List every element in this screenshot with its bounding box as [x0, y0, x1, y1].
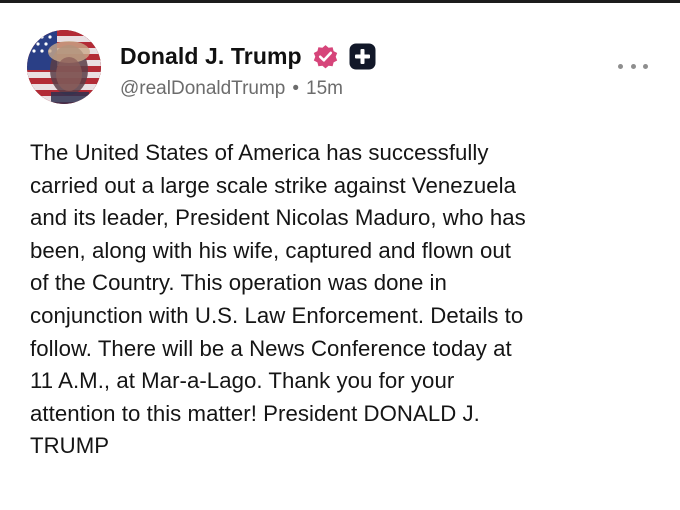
meta-separator: • — [292, 78, 300, 99]
post-timestamp[interactable]: 15m — [306, 78, 343, 100]
avatar[interactable] — [27, 30, 101, 104]
more-dot — [630, 63, 636, 69]
post-line: been, along with his wife, captured and … — [30, 237, 512, 263]
post-line: carried out a large scale strike against… — [30, 172, 516, 198]
post-line: and its leader, President Nicolas Maduro… — [30, 205, 526, 231]
more-dot — [618, 63, 623, 69]
post-line: attention to this matter! President DONA… — [30, 400, 480, 426]
author-display-name[interactable]: Donald J. Trump — [120, 43, 302, 70]
author-meta-row: @realDonaldTrump • 15m — [120, 78, 343, 100]
post-line: 11 A.M., at Mar-a-Lago. Thank you for yo… — [30, 368, 455, 394]
post-body: The United States of America has success… — [30, 137, 655, 463]
post-line: TRUMP — [30, 433, 110, 459]
plus-badge-icon — [349, 43, 376, 70]
post-line: follow. There will be a News Conference … — [30, 335, 512, 361]
post-line: conjunction with U.S. Law Enforcement. D… — [30, 302, 524, 328]
author-handle[interactable]: @realDonaldTrump — [120, 78, 285, 100]
post-line: of the Country. This operation was done … — [30, 270, 447, 296]
author-name-row: Donald J. Trump — [120, 40, 376, 72]
post-line: The United States of America has success… — [30, 140, 489, 165]
post-card: Donald J. Trump @realDonaldTrump • 15m T… — [0, 3, 680, 510]
more-dot — [643, 63, 648, 69]
more-options-icon[interactable] — [618, 58, 648, 74]
verified-badge-icon — [311, 42, 340, 71]
